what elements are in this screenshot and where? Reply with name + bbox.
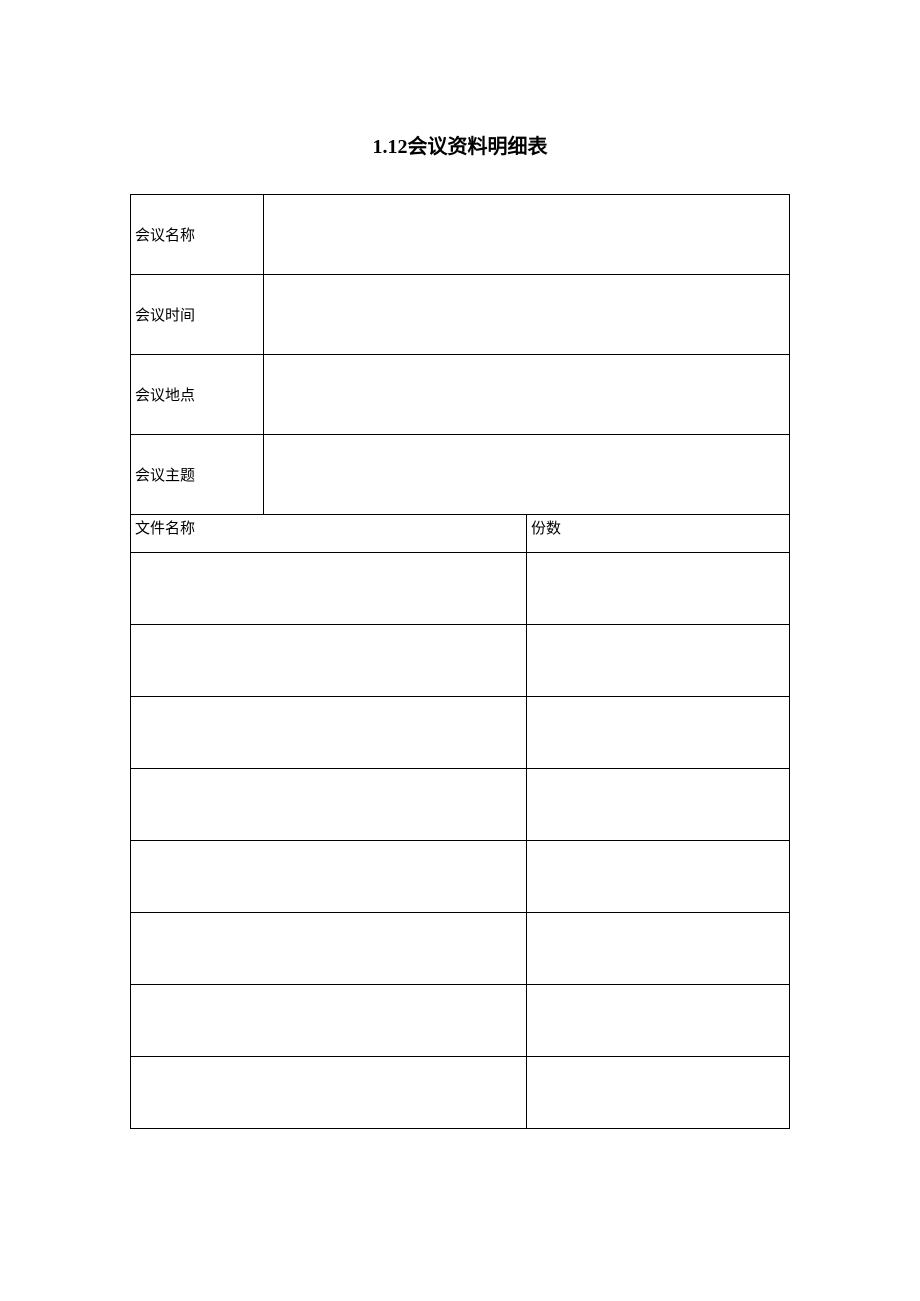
row-meeting-place: 会议地点 [131,355,790,435]
cell-file-name [131,769,527,841]
row-meeting-name: 会议名称 [131,195,790,275]
table-row [131,769,790,841]
table-row [131,553,790,625]
cell-file-name [131,553,527,625]
table-row [131,625,790,697]
table-row [131,1057,790,1129]
value-meeting-time [264,275,790,355]
cell-file-name [131,985,527,1057]
table-row [131,985,790,1057]
label-meeting-topic: 会议主题 [131,435,264,515]
header-copies: 份数 [527,515,790,553]
cell-copies [527,913,790,985]
cell-copies [527,1057,790,1129]
header-file-name: 文件名称 [131,515,527,553]
table-row [131,841,790,913]
cell-file-name [131,697,527,769]
cell-copies [527,697,790,769]
cell-file-name [131,1057,527,1129]
label-meeting-time: 会议时间 [131,275,264,355]
row-meeting-time: 会议时间 [131,275,790,355]
cell-copies [527,841,790,913]
value-meeting-name [264,195,790,275]
cell-copies [527,985,790,1057]
cell-file-name [131,625,527,697]
label-meeting-name: 会议名称 [131,195,264,275]
meeting-materials-table: 会议名称 会议时间 会议地点 会议主题 文件名称 份数 [130,194,790,1129]
cell-file-name [131,841,527,913]
row-meeting-topic: 会议主题 [131,435,790,515]
cell-file-name [131,913,527,985]
cell-copies [527,769,790,841]
row-header: 文件名称 份数 [131,515,790,553]
cell-copies [527,553,790,625]
page-title: 1.12会议资料明细表 [130,130,790,159]
table-row [131,697,790,769]
label-meeting-place: 会议地点 [131,355,264,435]
value-meeting-topic [264,435,790,515]
cell-copies [527,625,790,697]
value-meeting-place [264,355,790,435]
table-row [131,913,790,985]
